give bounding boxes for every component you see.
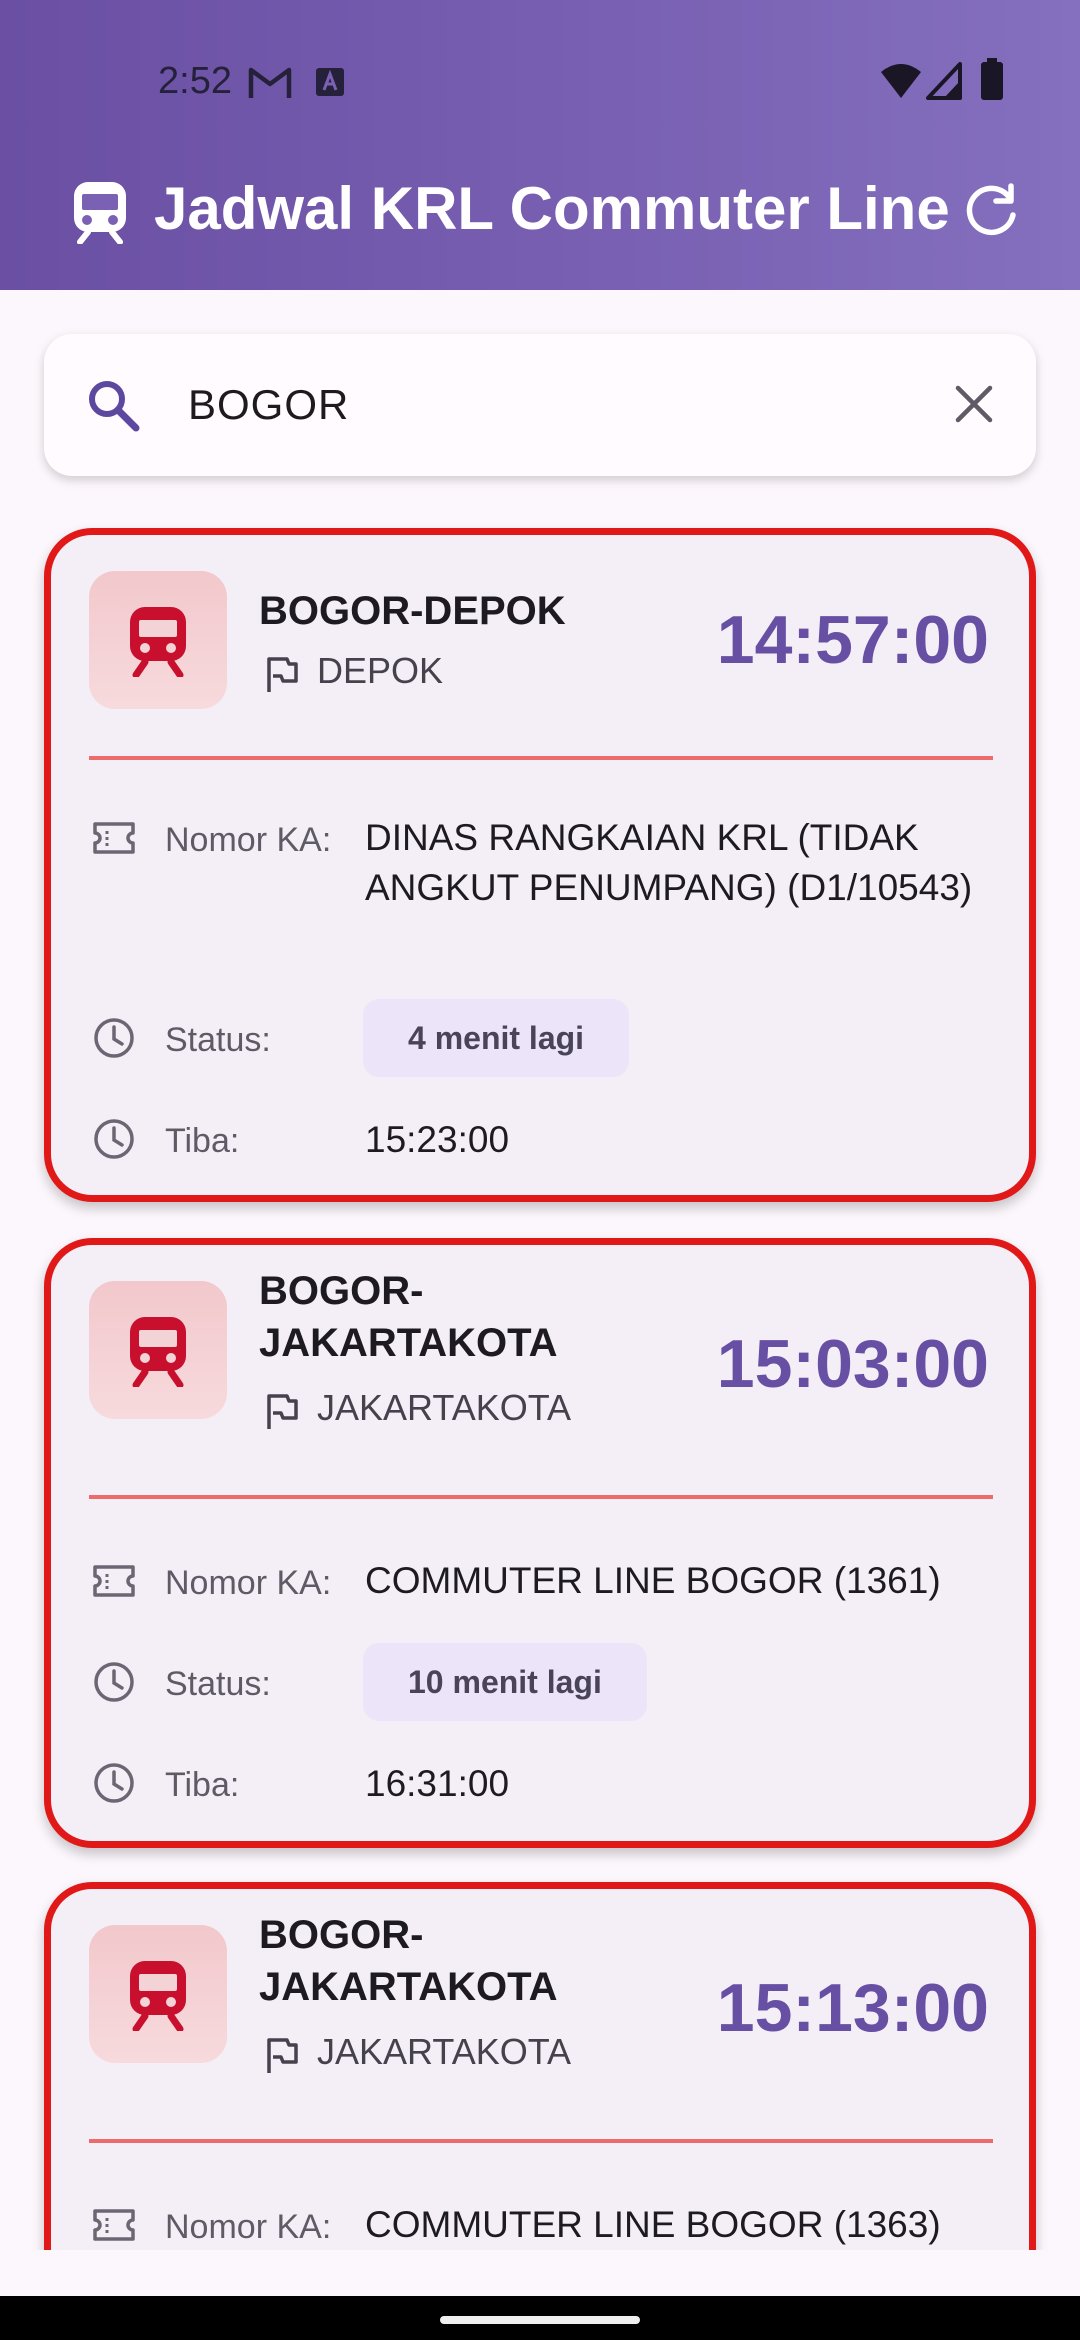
gmail-icon [248,67,292,98]
divider [89,1495,993,1499]
content-edge [0,2250,1080,2296]
flag-icon [267,657,298,692]
search-input[interactable] [188,362,948,448]
close-icon[interactable] [944,374,1004,434]
destination-label: DEPOK [317,650,444,691]
status-bar: 2:52 [0,50,1080,116]
schedule-card[interactable]: BOGOR-DEPOK DEPOK 14:57:00 Nomor KA: DIN… [44,528,1036,1202]
train-no-value: DINAS RANGKAIAN KRL (TIDAK ANGKUT PENUMP… [365,817,973,908]
destination-label: JAKARTAKOTA [317,2031,572,2072]
status-badge: 4 menit lagi [363,999,630,1077]
destination-label: JAKARTAKOTA [317,1387,572,1428]
flag-icon [267,2038,298,2073]
train-icon [130,1961,186,2031]
divider [89,2139,993,2143]
route-name: BOGOR-JAKARTAKOTA [259,1269,558,1365]
train-no-value: COMMUTER LINE BOGOR (1361) [365,1560,941,1601]
home-gesture-handle[interactable] [440,2316,640,2324]
battery-icon [981,58,1003,100]
ticket-icon [93,2209,135,2241]
arrival-value: 15:23:00 [365,1119,510,1160]
status-time: 2:52 [158,60,232,102]
train-badge [89,1925,227,2063]
ticket-icon [93,1565,135,1597]
clock-icon [94,1763,134,1803]
departure-time: 15:13:00 [716,1970,989,2046]
app-bar: 2:52 Jadwal KRL Commuter Line [0,0,1080,290]
flag-icon [267,1394,298,1429]
arrival-label: Tiba: [165,1766,240,1804]
search-icon [89,381,140,432]
clock-icon [94,1119,134,1159]
wifi-icon [881,64,921,98]
train-icon [130,607,186,677]
divider [89,756,993,760]
search-bar[interactable] [44,334,1036,476]
train-icon [130,1317,186,1387]
clock-icon [94,1018,134,1058]
train-no-label: Nomor KA: [165,1564,332,1602]
departure-time: 15:03:00 [716,1326,989,1402]
train-no-value: COMMUTER LINE BOGOR (1363) [365,2204,941,2245]
schedule-card[interactable]: BOGOR-JAKARTAKOTA JAKARTAKOTA 15:03:00 N… [44,1238,1036,1848]
arrival-value: 16:31:00 [365,1763,510,1804]
train-no-label: Nomor KA: [165,2208,332,2246]
status-label: Status: [165,1665,271,1703]
keyboard-a-icon [316,68,344,96]
train-no-label: Nomor KA: [165,821,332,859]
page-title: Jadwal KRL Commuter Line [154,175,950,242]
system-nav-bar [0,2296,1080,2340]
train-badge [89,571,227,709]
clock-icon [94,1662,134,1702]
ticket-icon [93,822,135,854]
arrival-label: Tiba: [165,1122,240,1160]
route-name: BOGOR-DEPOK [259,589,566,633]
signal-icon [926,62,962,100]
train-icon [74,182,126,244]
status-badge: 10 menit lagi [363,1643,647,1721]
departure-time: 14:57:00 [716,602,989,678]
train-badge [89,1281,227,1419]
title-row: Jadwal KRL Commuter Line [0,170,1080,250]
refresh-icon[interactable] [964,182,1020,238]
route-name: BOGOR-JAKARTAKOTA [259,1913,558,2009]
status-label: Status: [165,1021,271,1059]
